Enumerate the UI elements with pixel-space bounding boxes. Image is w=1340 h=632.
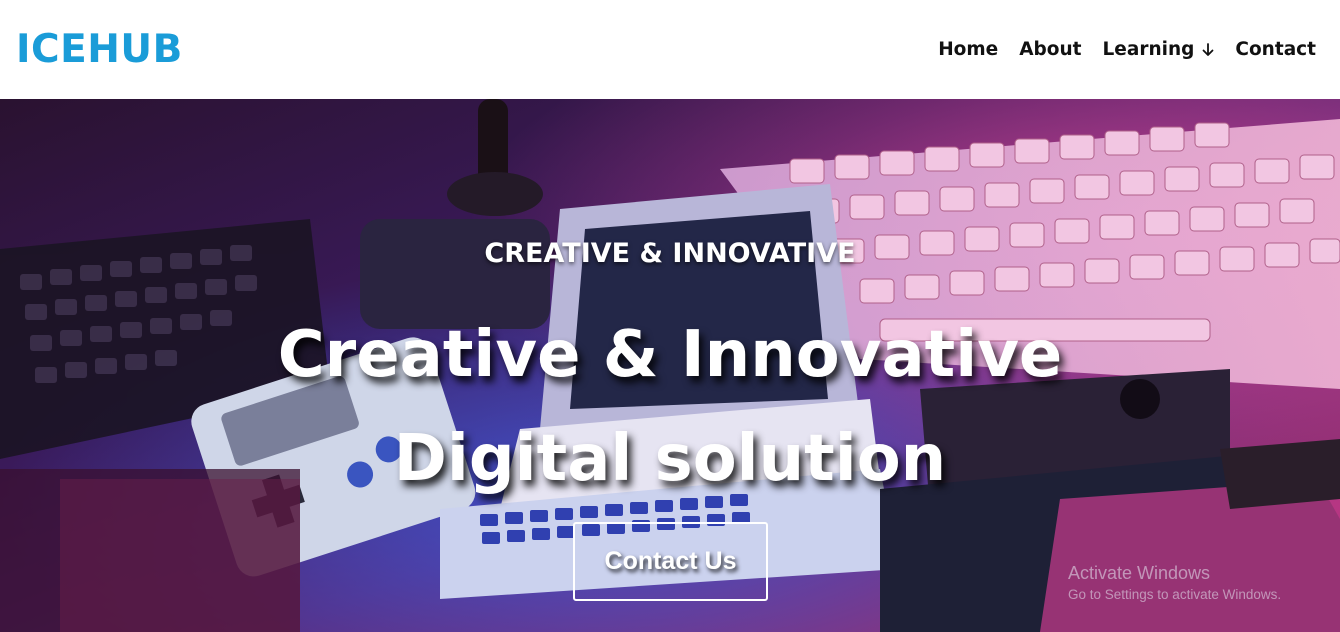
nav-about[interactable]: About: [1019, 39, 1081, 60]
hero-headline: Creative & Innovative Digital solution: [0, 303, 1340, 511]
contact-us-button[interactable]: Contact Us: [573, 522, 768, 601]
nav-home[interactable]: Home: [938, 39, 998, 60]
site-header: ICEHUB Home About Learning Contact: [0, 0, 1340, 99]
watermark-subtitle: Go to Settings to activate Windows.: [1068, 587, 1282, 602]
hero-headline-line2: Digital solution: [393, 422, 947, 496]
nav-learning[interactable]: Learning: [1103, 39, 1215, 60]
hero-content: CREATIVE & INNOVATIVE Creative & Innovat…: [0, 99, 1340, 632]
hero-section: CREATIVE & INNOVATIVE Creative & Innovat…: [0, 99, 1340, 632]
main-nav: Home About Learning Contact: [917, 39, 1316, 60]
hero-eyebrow: CREATIVE & INNOVATIVE: [484, 238, 856, 269]
windows-activation-watermark: Activate Windows Go to Settings to activ…: [1068, 563, 1281, 602]
brand-logo[interactable]: ICEHUB: [16, 27, 183, 72]
nav-learning-label: Learning: [1102, 39, 1195, 60]
arrow-down-icon: [1202, 42, 1214, 57]
hero-headline-line1: Creative & Innovative: [277, 318, 1063, 392]
watermark-title: Activate Windows: [1068, 563, 1211, 583]
nav-contact[interactable]: Contact: [1235, 39, 1316, 60]
